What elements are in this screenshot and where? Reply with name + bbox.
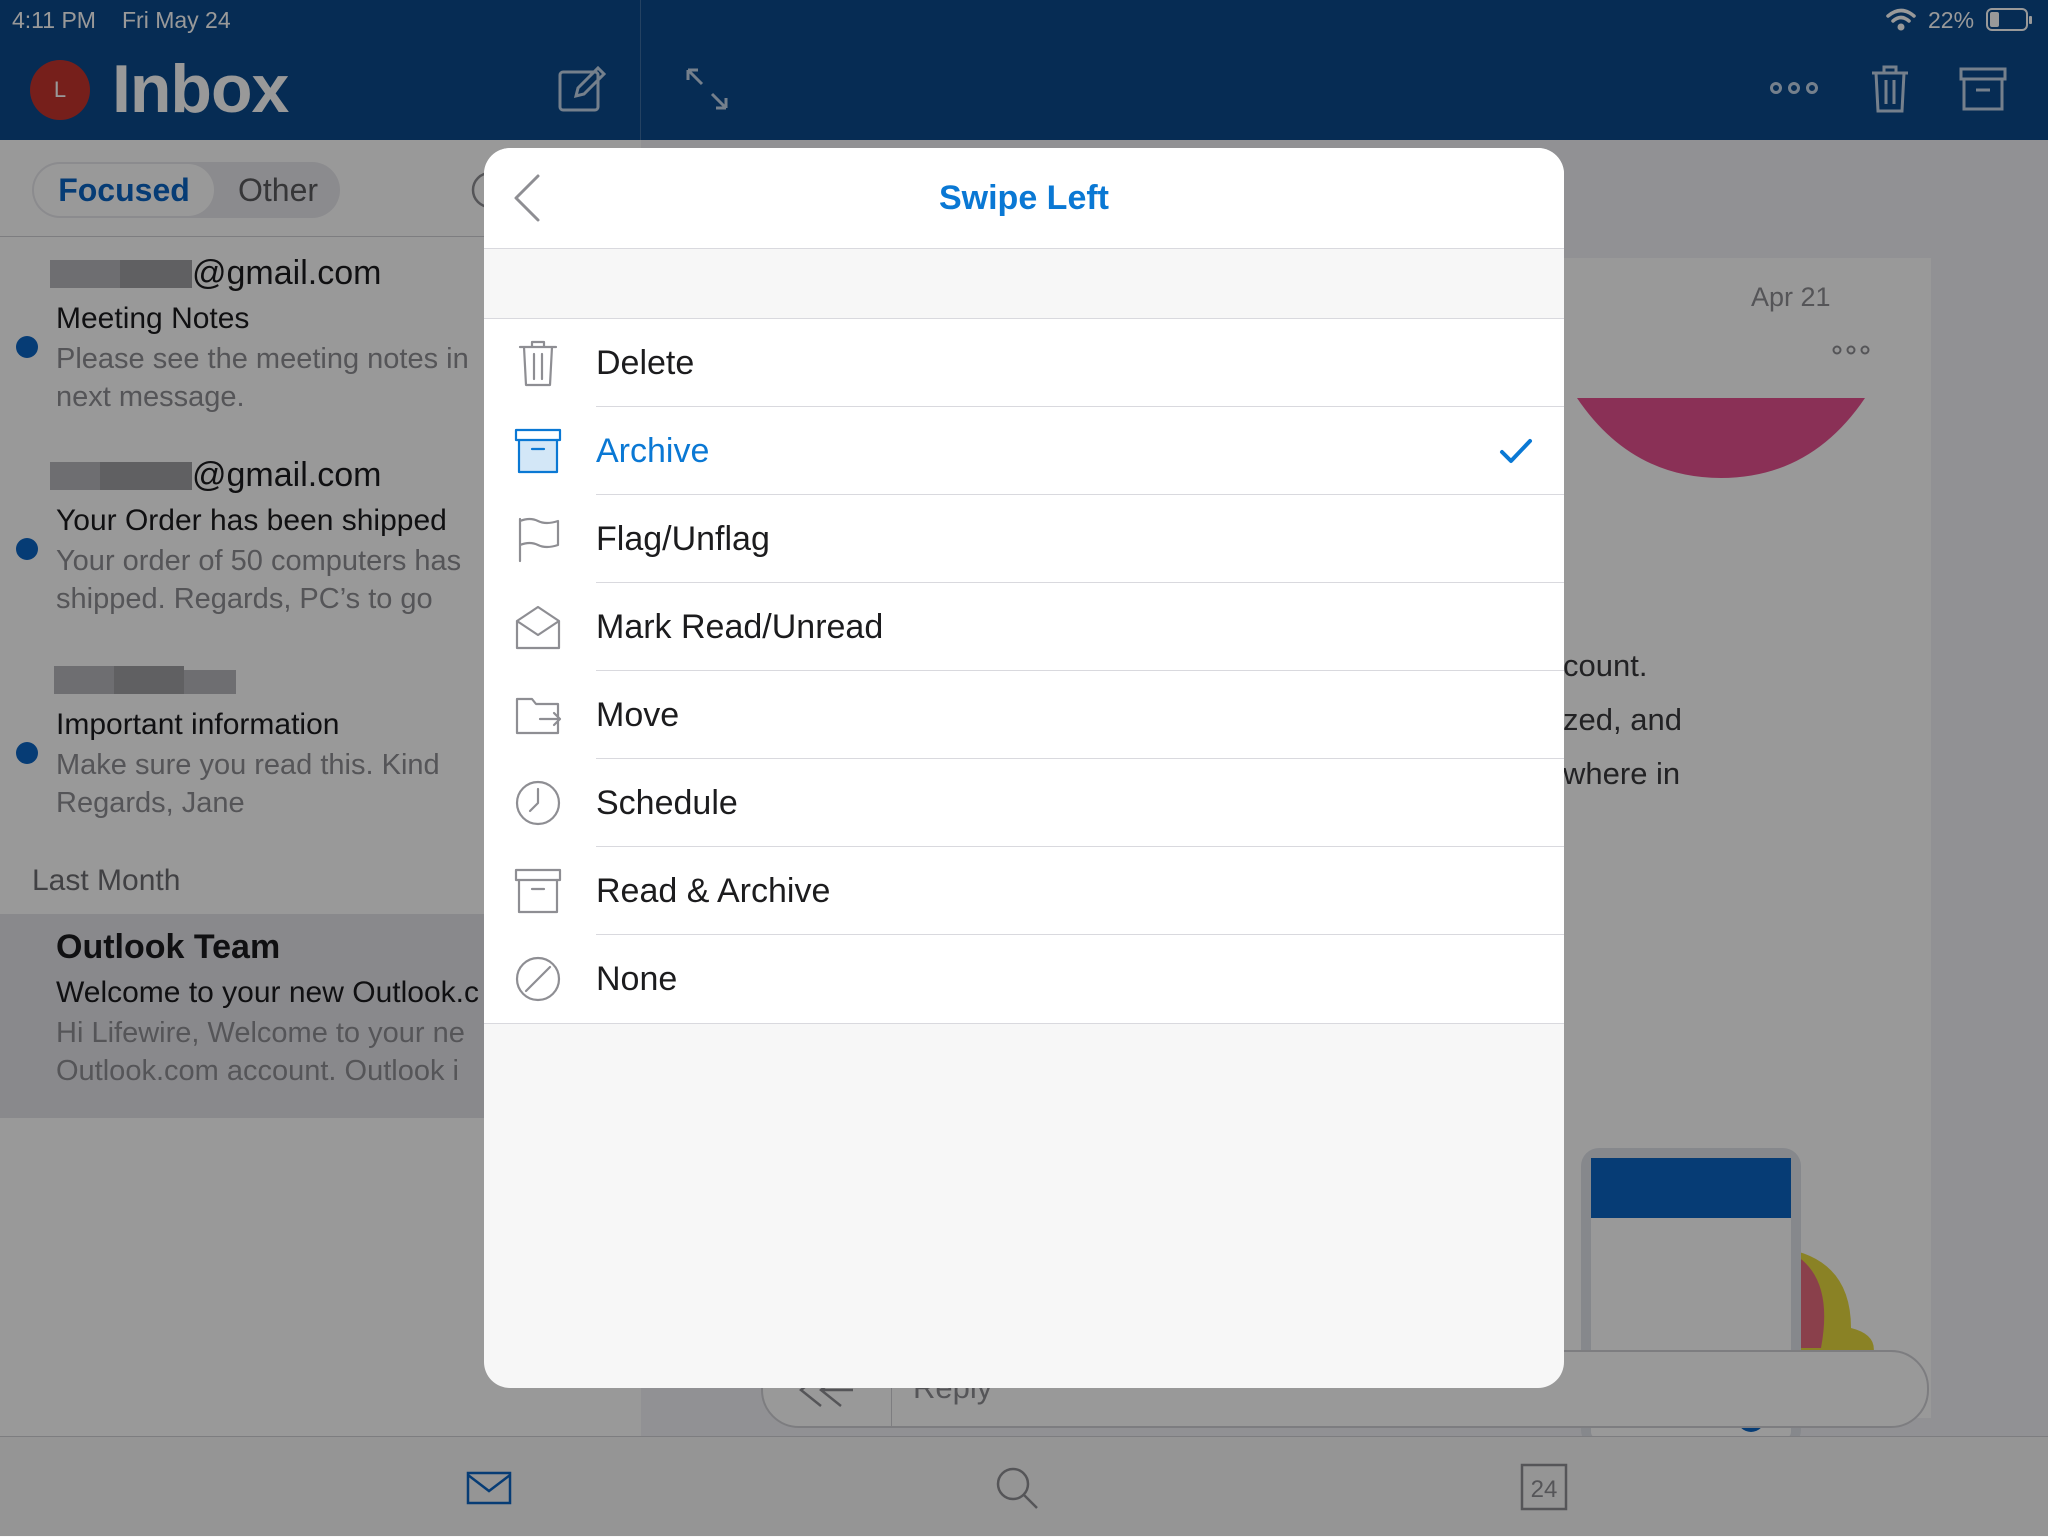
archive-icon <box>514 428 562 474</box>
checkmark-icon <box>1500 439 1532 463</box>
back-chevron-icon[interactable] <box>500 168 560 228</box>
envelope-open-icon <box>515 605 561 650</box>
option-archive[interactable]: Archive <box>484 407 1564 495</box>
read-archive-icon <box>514 868 562 914</box>
option-label: Mark Read/Unread <box>596 608 884 646</box>
flag-icon <box>518 517 560 563</box>
modal-title: Swipe Left <box>938 179 1110 217</box>
option-label: Schedule <box>596 784 738 822</box>
option-flag[interactable]: Flag/Unflag <box>484 495 1564 583</box>
option-label: Read & Archive <box>596 872 831 910</box>
option-none[interactable]: None <box>484 935 1564 1023</box>
none-icon <box>515 956 561 1002</box>
trash-icon <box>518 340 558 387</box>
option-label: Flag/Unflag <box>596 520 770 558</box>
modal-header: Swipe Left <box>484 148 1564 249</box>
option-label: Archive <box>596 432 710 470</box>
folder-move-icon <box>515 697 562 735</box>
clock-icon <box>515 780 561 826</box>
option-schedule[interactable]: Schedule <box>484 759 1564 847</box>
swipe-options-list: Delete Archive Flag/Unflag Mark Read/Unr… <box>484 318 1564 1024</box>
option-move[interactable]: Move <box>484 671 1564 759</box>
option-read-archive[interactable]: Read & Archive <box>484 847 1564 935</box>
option-label: Move <box>596 696 680 734</box>
option-delete[interactable]: Delete <box>484 319 1564 407</box>
swipe-left-modal: Swipe Left Delete Archive Flag/Unflag Ma… <box>484 148 1564 1388</box>
option-mark-read[interactable]: Mark Read/Unread <box>484 583 1564 671</box>
option-label: Delete <box>596 344 695 382</box>
option-label: None <box>596 960 678 998</box>
